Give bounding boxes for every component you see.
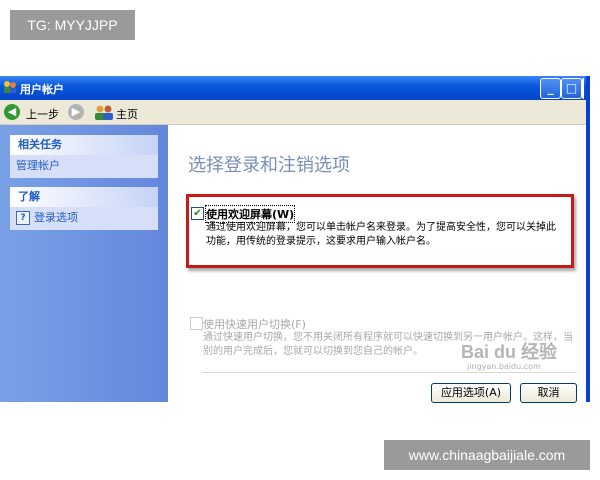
separator xyxy=(202,372,577,373)
page-title: 选择登录和注销选项 xyxy=(188,155,350,176)
fast-user-switching-label[interactable]: 使用快速用户切换(F) xyxy=(203,316,306,332)
welcome-screen-description: 通过使用欢迎屏幕，您可以单击帐户名来登录。为了提高安全性，您可以关掉此功能，用传… xyxy=(206,222,556,247)
baidu-watermark: Bai du 经验 xyxy=(461,342,558,362)
baidu-watermark-url: jingyan.baidu.com xyxy=(467,362,541,371)
title-bar[interactable]: 用户帐户 _ □ ✕ xyxy=(0,76,586,100)
arrow-right-icon[interactable]: ▶ xyxy=(68,104,84,120)
manage-accounts-link[interactable]: 管理帐户 xyxy=(16,158,152,174)
close-button[interactable]: ✕ xyxy=(582,78,584,99)
apply-options-button[interactable]: 应用选项(A) xyxy=(431,383,511,403)
welcome-screen-checkbox[interactable]: ✔ xyxy=(191,207,204,220)
related-tasks-header[interactable]: 相关任务 xyxy=(10,135,158,155)
back-button[interactable]: 上一步 xyxy=(26,106,59,122)
learn-about-header[interactable]: 了解 xyxy=(10,187,158,207)
cancel-button[interactable]: 取消 xyxy=(520,383,577,403)
welcome-screen-label[interactable]: 使用欢迎屏幕(W) xyxy=(204,205,296,223)
fast-user-switching-checkbox[interactable] xyxy=(190,317,203,330)
related-tasks-panel: 相关任务 管理帐户 xyxy=(10,135,158,178)
task-pane: 相关任务 管理帐户 了解 ? 登录选项 xyxy=(0,125,168,402)
maximize-button[interactable]: □ xyxy=(561,78,582,99)
logon-options-link[interactable]: ? 登录选项 xyxy=(16,210,152,226)
arrow-left-icon[interactable]: ◀ xyxy=(4,104,20,120)
site-badge: www.chinaagbaijiale.com xyxy=(384,440,590,470)
users-icon[interactable] xyxy=(94,104,114,120)
home-button[interactable]: 主页 xyxy=(116,106,138,122)
logon-options-label: 登录选项 xyxy=(34,211,78,224)
minimize-button[interactable]: _ xyxy=(540,78,561,99)
learn-about-panel: 了解 ? 登录选项 xyxy=(10,187,158,230)
user-accounts-icon xyxy=(4,81,16,93)
help-icon: ? xyxy=(16,211,30,225)
tg-badge: TG: MYYJJPP xyxy=(10,10,135,40)
toolbar: ◀ 上一步 ▶ 主页 xyxy=(0,100,586,125)
window-title: 用户帐户 xyxy=(20,83,64,96)
